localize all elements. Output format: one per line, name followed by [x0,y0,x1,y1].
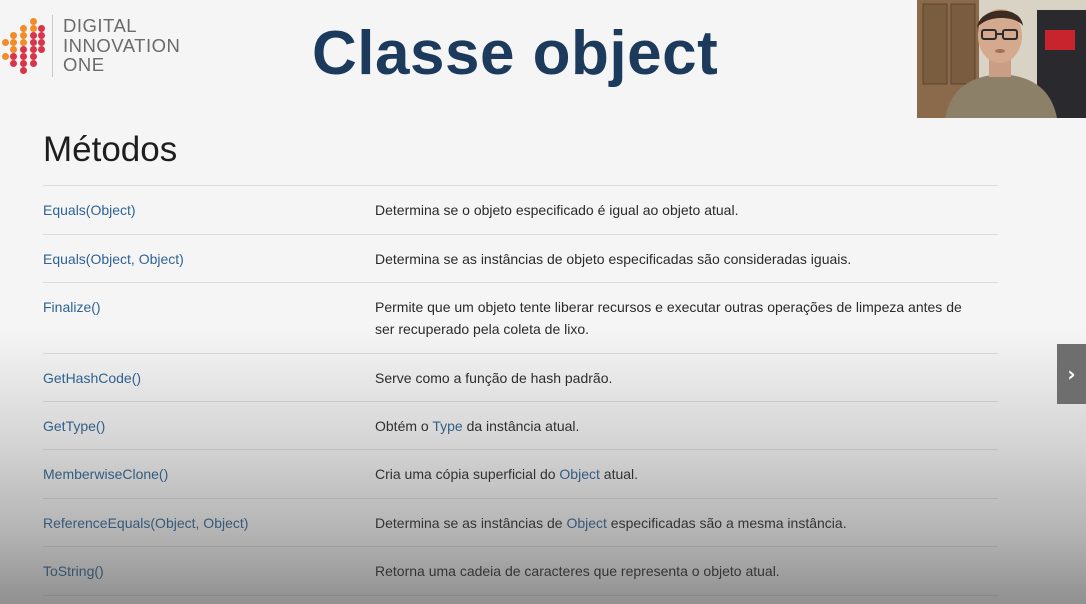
logo-dot [20,60,27,67]
method-description-text: Permite que um objeto tente liberar recu… [375,299,962,337]
type-link[interactable]: Type [432,418,462,434]
method-name-link[interactable]: ToString() [43,563,104,579]
method-name-link[interactable]: Equals(Object, Object) [43,251,184,267]
method-description-text: atual. [599,466,639,482]
method-description-text: especificadas são a mesma instância. [606,515,847,531]
method-description-text: Determina se as instâncias de objeto esp… [375,251,852,267]
logo-dot [20,25,27,32]
type-link[interactable]: Object [566,515,606,531]
logo-text-line-3: ONE [63,54,105,76]
method-description-text: Obtém o [375,418,433,434]
table-row: Finalize() Permite que um objeto tente li… [43,282,998,354]
method-description: Determina se as instâncias de Object esp… [375,498,998,547]
method-description: Determina se as instâncias de objeto esp… [375,234,998,283]
logo-dot [2,53,9,60]
logo-dot [30,39,37,46]
logo-dot [20,67,27,74]
table-row: GetHashCode() Serve como a função de hash… [43,353,998,402]
logo-dot [30,46,37,53]
method-description-text: Retorna uma cadeia de caracteres que rep… [375,563,780,579]
logo-dot [10,39,17,46]
method-description: Serve como a função de hash padrão. [375,353,998,402]
methods-table: Equals(Object) Determina se o objeto espe… [43,185,998,596]
logo-dot [38,39,45,46]
table-row: Equals(Object, Object) Determina se as in… [43,234,998,283]
method-name-link[interactable]: Finalize() [43,299,101,315]
logo-dot [20,32,27,39]
section-title-methods: Métodos [43,130,178,169]
chevron-right-icon: › [1067,362,1076,386]
presenter-webcam [917,0,1086,118]
logo-dot [10,60,17,67]
logo-dot [10,53,17,60]
table-row: GetType() Obtém o Type da instância atual… [43,401,998,450]
logo-dots-icon [0,16,45,76]
table-row: Equals(Object) Determina se o objeto espe… [43,185,998,235]
method-description: Determina se o objeto especificado é igu… [375,185,998,235]
table-row: ToString() Retorna uma cadeia de caracter… [43,546,998,596]
method-description-text: Determina se o objeto especificado é igu… [375,202,739,218]
logo-dot [30,60,37,67]
method-name-link[interactable]: GetHashCode() [43,370,141,386]
presentation-slide: DIGITAL INNOVATION ONE Classe object Mét… [0,0,1086,604]
type-link[interactable]: Object [559,466,599,482]
logo-text-line-1: DIGITAL [63,15,138,37]
logo-dot [38,32,45,39]
method-description: Permite que um objeto tente liberar recu… [375,282,998,354]
method-description-text: da instância atual. [462,418,580,434]
method-name-link[interactable]: Equals(Object) [43,202,136,218]
logo-dot [20,39,27,46]
logo-dot [2,39,9,46]
method-description: Retorna uma cadeia de caracteres que rep… [375,546,998,596]
logo-divider [52,15,53,77]
logo-dot [30,18,37,25]
logo-dot [30,25,37,32]
logo-text-line-2: INNOVATION [63,34,181,56]
logo-dot [38,25,45,32]
logo-dot [10,46,17,53]
method-name-link[interactable]: ReferenceEquals(Object, Object) [43,515,248,531]
method-description-text: Cria uma cópia superficial do [375,466,560,482]
method-description: Cria uma cópia superficial do Object atu… [375,449,998,499]
method-description-text: Determina se as instâncias de [375,515,567,531]
method-description: Obtém o Type da instância atual. [375,401,998,450]
logo-wordmark: DIGITAL INNOVATION ONE [63,16,180,76]
next-slide-button[interactable]: › [1057,344,1086,404]
method-name-link[interactable]: GetType() [43,418,105,434]
logo-dot [38,46,45,53]
logo-dot [10,32,17,39]
table-row: MemberwiseClone() Cria uma cópia superfic… [43,449,998,499]
method-description-text: Serve como a função de hash padrão. [375,370,613,386]
slide-title: Classe object [312,19,719,88]
logo-dot [30,53,37,60]
method-name-link[interactable]: MemberwiseClone() [43,466,168,482]
digital-innovation-one-logo: DIGITAL INNOVATION ONE [0,14,180,78]
presenter-video-image [917,0,1086,118]
logo-dot [30,32,37,39]
logo-dot [20,53,27,60]
table-row: ReferenceEquals(Object, Object) Determina… [43,498,998,547]
methods-table-body: Equals(Object) Determina se o objeto espe… [43,185,998,596]
logo-dot [20,46,27,53]
